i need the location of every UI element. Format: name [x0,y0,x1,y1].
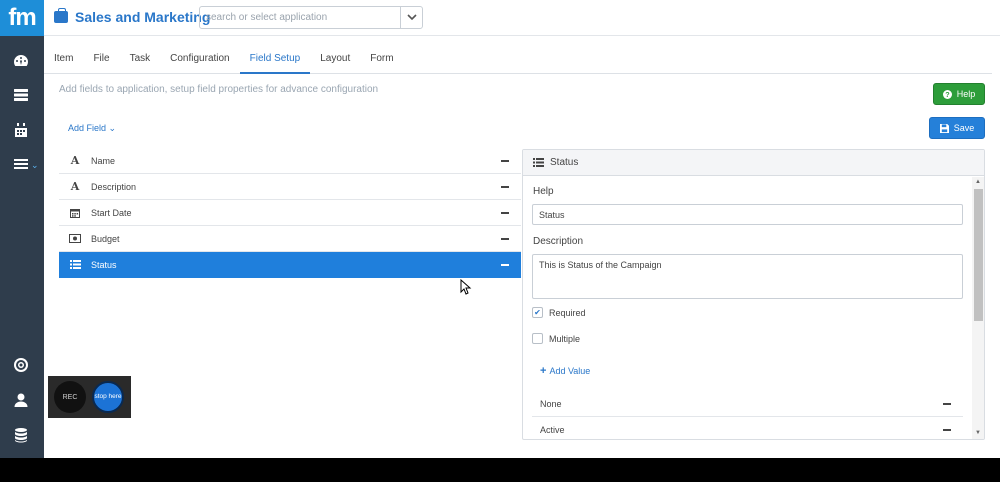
field-row-budget[interactable]: Budget [59,226,521,252]
menu-icon[interactable] [10,153,32,175]
top-bar: Sales and Marketing [44,0,1000,36]
calendar-icon[interactable] [10,119,32,141]
add-field-label: Add Field [68,123,107,133]
app-window: fm ⌄ Sales and Marketing search or selec… [0,0,1000,458]
scroll-up-icon[interactable]: ▲ [975,179,981,185]
check-icon: ✔ [532,307,543,318]
help-input[interactable] [532,204,963,225]
tab-layout[interactable]: Layout [310,44,360,74]
app-logo[interactable]: fm [0,0,44,36]
search-input[interactable] [200,7,400,28]
svg-text:?: ? [945,90,949,99]
minus-icon[interactable] [501,238,509,240]
help-button-label: Help [956,89,976,99]
text-icon: A [70,180,80,193]
required-checkbox[interactable]: ✔ Required [532,307,586,318]
plus-icon: + [540,365,547,377]
panel-header: Status [523,150,984,176]
minus-icon[interactable] [501,186,509,188]
field-label: Name [91,155,116,166]
field-row-name[interactable]: A Name [59,148,521,174]
save-button[interactable]: Save [929,117,985,139]
app-title-label: Sales and Marketing [75,9,211,25]
tab-task[interactable]: Task [120,44,161,74]
add-field-dropdown[interactable]: Add Field ⌄ [68,123,116,134]
tab-configuration[interactable]: Configuration [160,44,239,74]
chevron-down-icon[interactable]: ⌄ [31,160,39,171]
left-nav-rail: fm ⌄ [0,0,44,458]
question-icon: ? [942,89,952,99]
value-row[interactable]: Active [532,417,963,439]
panel-title: Status [550,157,579,168]
field-label: Start Date [91,207,132,218]
tab-item[interactable]: Item [44,44,83,74]
tab-field-setup[interactable]: Field Setup [239,44,311,74]
money-icon [59,234,91,243]
list-icon [59,260,91,269]
minus-icon[interactable] [501,160,509,162]
add-value-button[interactable]: + Add Value [540,365,590,377]
field-properties-panel: Status Help Description This is Status o… [522,149,985,440]
tab-file[interactable]: File [83,44,119,74]
description-label: Description [533,236,584,247]
screen-recorder-widget: REC stop here [48,376,131,418]
multiple-label: Multiple [549,333,581,344]
tab-bar: Item File Task Configuration Field Setup… [44,44,992,74]
field-label: Description [91,181,137,192]
floppy-icon [939,123,949,133]
bottom-black-bar [0,458,1000,482]
value-label: None [540,398,562,409]
chevron-down-icon: ⌄ [108,123,117,133]
value-label: Active [540,424,565,435]
dashboard-icon[interactable] [10,50,32,72]
mouse-cursor-icon [460,279,472,295]
description-textarea[interactable]: This is Status of the Campaign [532,254,963,299]
minus-icon[interactable] [943,429,951,431]
field-row-description[interactable]: A Description [59,174,521,200]
field-row-start-date[interactable]: Start Date [59,200,521,226]
text-icon: A [70,154,80,167]
field-label: Budget [91,233,120,244]
help-button[interactable]: ? Help [933,83,985,105]
server-icon[interactable] [10,84,32,106]
tab-form[interactable]: Form [360,44,403,74]
page-subtitle: Add fields to application, setup field p… [59,84,379,95]
required-label: Required [549,307,586,318]
help-label: Help [533,186,554,197]
save-button-label: Save [953,123,975,133]
target-icon[interactable] [10,354,32,376]
minus-icon[interactable] [501,264,509,266]
value-row[interactable]: None [532,391,963,417]
multiple-checkbox[interactable]: Multiple [532,333,580,344]
scroll-down-icon[interactable]: ▼ [975,430,981,436]
field-label: Status [91,259,117,270]
user-icon[interactable] [10,389,32,411]
stop-here-button[interactable]: stop here [92,381,124,413]
field-row-status[interactable]: Status [59,252,521,278]
field-list: A Name A Description Start Date Budget S… [59,148,521,278]
add-value-label: Add Value [549,366,591,376]
scrollbar-thumb[interactable] [974,189,983,321]
chevron-down-icon[interactable] [400,7,422,28]
app-title[interactable]: Sales and Marketing [54,6,210,28]
checkbox-empty [532,333,543,344]
panel-scrollbar[interactable]: ▲ ▼ [972,177,984,439]
application-search [199,6,423,29]
database-icon[interactable] [10,424,32,446]
calendar-icon [59,208,91,218]
briefcase-icon [54,8,68,23]
minus-icon[interactable] [501,212,509,214]
minus-icon[interactable] [943,403,951,405]
rec-button[interactable]: REC [54,381,86,413]
list-icon [533,158,544,167]
